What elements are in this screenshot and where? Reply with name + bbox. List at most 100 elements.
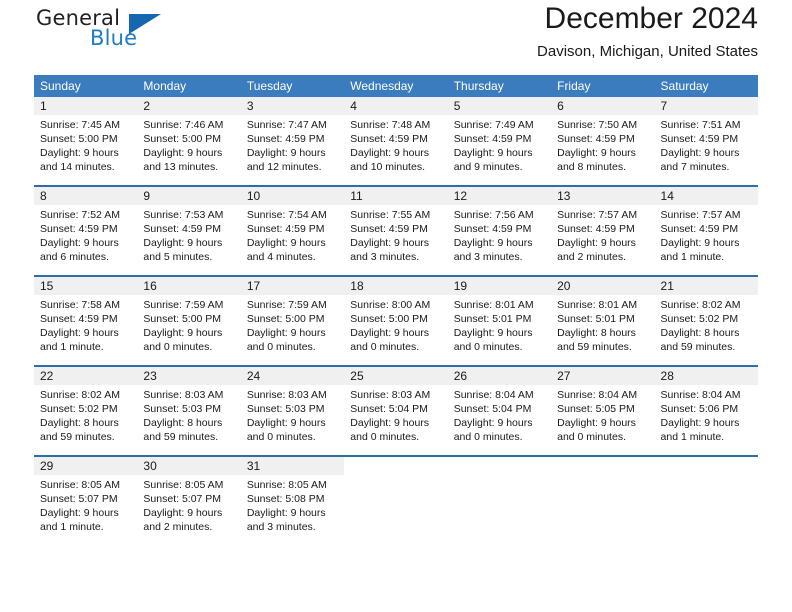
calendar-day-cell[interactable]: 28 Sunrise: 8:04 AM Sunset: 5:06 PM Dayl…: [654, 367, 758, 455]
day-number-band: 18: [344, 277, 448, 295]
calendar-day-cell[interactable]: 5 Sunrise: 7:49 AM Sunset: 4:59 PM Dayli…: [447, 97, 552, 185]
calendar-day-cell[interactable]: 22 Sunrise: 8:02 AM Sunset: 5:02 PM Dayl…: [34, 367, 138, 455]
calendar-day-cell[interactable]: 8 Sunrise: 7:52 AM Sunset: 4:59 PM Dayli…: [34, 187, 138, 275]
sunrise-text: Sunrise: 8:02 AM: [660, 299, 741, 311]
weekday-header-monday: Monday: [143, 79, 187, 93]
calendar-day-cell[interactable]: 12 Sunrise: 7:56 AM Sunset: 4:59 PM Dayl…: [447, 187, 552, 275]
day-number-band: 23: [137, 367, 241, 385]
calendar-day-cell[interactable]: 11 Sunrise: 7:55 AM Sunset: 4:59 PM Dayl…: [344, 187, 448, 275]
page-title: December 2024: [544, 2, 758, 35]
day-number-band: 10: [240, 187, 345, 205]
calendar-day-cell[interactable]: 31 Sunrise: 8:05 AM Sunset: 5:08 PM Dayl…: [240, 457, 345, 545]
daylight-text-line1: Daylight: 9 hours: [350, 147, 430, 159]
calendar-day-cell[interactable]: 18 Sunrise: 8:00 AM Sunset: 5:00 PM Dayl…: [344, 277, 448, 365]
daylight-text-line2: and 1 minute.: [40, 341, 104, 353]
calendar-day-cell[interactable]: 26 Sunrise: 8:04 AM Sunset: 5:04 PM Dayl…: [447, 367, 552, 455]
daylight-text-line2: and 3 minutes.: [246, 521, 316, 533]
daylight-text-line2: and 0 minutes.: [557, 431, 626, 443]
day-number: 16: [143, 279, 157, 293]
sunrise-text: Sunrise: 7:54 AM: [246, 209, 327, 221]
day-number-band: 26: [447, 367, 552, 385]
daylight-text-line2: and 1 minute.: [660, 251, 725, 263]
daylight-text-line1: Daylight: 9 hours: [246, 417, 326, 429]
sunset-text: Sunset: 5:00 PM: [143, 133, 222, 145]
calendar-day-cell[interactable]: 20 Sunrise: 8:01 AM Sunset: 5:01 PM Dayl…: [551, 277, 655, 365]
day-number: 12: [453, 189, 468, 203]
calendar-day-cell[interactable]: 30 Sunrise: 8:05 AM Sunset: 5:07 PM Dayl…: [137, 457, 241, 545]
day-number-band: 9: [137, 187, 241, 205]
sunrise-text: Sunrise: 7:49 AM: [453, 119, 534, 131]
day-number: 22: [40, 369, 54, 383]
calendar-day-cell-empty: [447, 457, 552, 545]
sunrise-text: Sunrise: 8:04 AM: [660, 389, 741, 401]
calendar-day-cell[interactable]: 16 Sunrise: 7:59 AM Sunset: 5:00 PM Dayl…: [137, 277, 241, 365]
calendar-day-cell[interactable]: 13 Sunrise: 7:57 AM Sunset: 4:59 PM Dayl…: [551, 187, 655, 275]
calendar-day-cell[interactable]: 25 Sunrise: 8:03 AM Sunset: 5:04 PM Dayl…: [344, 367, 448, 455]
day-number-band: 15: [34, 277, 138, 295]
day-number-band: 7: [654, 97, 758, 115]
day-number: 28: [660, 369, 674, 383]
sunset-text: Sunset: 5:00 PM: [143, 313, 222, 325]
sunrise-text: Sunrise: 8:00 AM: [350, 299, 431, 311]
calendar-day-cell[interactable]: 29 Sunrise: 8:05 AM Sunset: 5:07 PM Dayl…: [34, 457, 138, 545]
day-details: Sunrise: 7:50 AM Sunset: 4:59 PM Dayligh…: [551, 115, 654, 174]
calendar-day-cell[interactable]: 23 Sunrise: 8:03 AM Sunset: 5:03 PM Dayl…: [137, 367, 241, 455]
day-number-band: 13: [551, 187, 655, 205]
calendar-day-cell[interactable]: 17 Sunrise: 7:59 AM Sunset: 5:00 PM Dayl…: [240, 277, 345, 365]
sunset-text: Sunset: 5:07 PM: [143, 493, 222, 505]
day-details: Sunrise: 8:04 AM Sunset: 5:05 PM Dayligh…: [551, 385, 654, 444]
daylight-text-line2: and 59 minutes.: [40, 431, 115, 443]
daylight-text-line1: Daylight: 9 hours: [350, 417, 430, 429]
calendar-day-cell[interactable]: 24 Sunrise: 8:03 AM Sunset: 5:03 PM Dayl…: [240, 367, 345, 455]
calendar-day-cell[interactable]: 15 Sunrise: 7:58 AM Sunset: 4:59 PM Dayl…: [34, 277, 138, 365]
day-number-band: [551, 457, 654, 475]
day-details: Sunrise: 7:57 AM Sunset: 4:59 PM Dayligh…: [655, 205, 758, 264]
weekday-header-friday: Friday: [557, 79, 591, 93]
daylight-text-line1: Daylight: 8 hours: [40, 417, 119, 429]
day-number: 1: [40, 99, 47, 113]
calendar-day-cell[interactable]: 7 Sunrise: 7:51 AM Sunset: 4:59 PM Dayli…: [654, 97, 758, 185]
calendar-week-row: 29 Sunrise: 8:05 AM Sunset: 5:07 PM Dayl…: [34, 455, 758, 545]
calendar-day-cell-empty: [654, 457, 758, 545]
weekday-header-thursday: Thursday: [453, 79, 504, 93]
day-number: 26: [453, 369, 468, 383]
daylight-text-line1: Daylight: 9 hours: [453, 237, 533, 249]
calendar-day-cell[interactable]: 21 Sunrise: 8:02 AM Sunset: 5:02 PM Dayl…: [654, 277, 758, 365]
day-number-band: 16: [137, 277, 241, 295]
daylight-text-line2: and 0 minutes.: [350, 431, 420, 443]
day-number-band: 3: [240, 97, 345, 115]
day-number-band: 8: [34, 187, 138, 205]
day-details: Sunrise: 7:59 AM Sunset: 5:00 PM Dayligh…: [241, 295, 344, 354]
daylight-text-line1: Daylight: 9 hours: [453, 327, 533, 339]
daylight-text-line1: Daylight: 9 hours: [557, 147, 636, 159]
sunset-text: Sunset: 5:00 PM: [246, 313, 325, 325]
calendar-day-cell[interactable]: 6 Sunrise: 7:50 AM Sunset: 4:59 PM Dayli…: [551, 97, 655, 185]
calendar-day-cell[interactable]: 10 Sunrise: 7:54 AM Sunset: 4:59 PM Dayl…: [240, 187, 345, 275]
calendar-day-cell[interactable]: 2 Sunrise: 7:46 AM Sunset: 5:00 PM Dayli…: [137, 97, 241, 185]
day-details: Sunrise: 7:52 AM Sunset: 4:59 PM Dayligh…: [34, 205, 137, 264]
sunrise-text: Sunrise: 8:05 AM: [40, 479, 120, 491]
day-details: Sunrise: 8:03 AM Sunset: 5:03 PM Dayligh…: [241, 385, 344, 444]
calendar-day-cell[interactable]: 27 Sunrise: 8:04 AM Sunset: 5:05 PM Dayl…: [551, 367, 655, 455]
daylight-text-line1: Daylight: 9 hours: [453, 417, 533, 429]
weekday-header-row: Sunday Monday Tuesday Wednesday Thursday…: [34, 75, 758, 97]
calendar-day-cell[interactable]: 9 Sunrise: 7:53 AM Sunset: 4:59 PM Dayli…: [137, 187, 241, 275]
day-number: 3: [246, 99, 254, 113]
day-details: Sunrise: 7:53 AM Sunset: 4:59 PM Dayligh…: [137, 205, 240, 264]
day-number-band: 24: [240, 367, 345, 385]
calendar-day-cell[interactable]: 4 Sunrise: 7:48 AM Sunset: 4:59 PM Dayli…: [344, 97, 448, 185]
daylight-text-line2: and 13 minutes.: [143, 161, 219, 173]
brand-logo[interactable]: General Blue: [34, 4, 244, 60]
calendar-day-cell[interactable]: 19 Sunrise: 8:01 AM Sunset: 5:01 PM Dayl…: [447, 277, 552, 365]
calendar-day-cell[interactable]: 1 Sunrise: 7:45 AM Sunset: 5:00 PM Dayli…: [34, 97, 138, 185]
daylight-text-line2: and 0 minutes.: [246, 341, 316, 353]
sunrise-text: Sunrise: 8:01 AM: [453, 299, 534, 311]
sunset-text: Sunset: 4:59 PM: [660, 223, 739, 235]
weekday-header-saturday: Saturday: [660, 79, 709, 93]
day-number: 15: [40, 279, 54, 293]
sunset-text: Sunset: 4:59 PM: [246, 133, 325, 145]
day-number: 10: [246, 189, 261, 203]
daylight-text-line1: Daylight: 9 hours: [143, 327, 223, 339]
calendar-day-cell[interactable]: 14 Sunrise: 7:57 AM Sunset: 4:59 PM Dayl…: [654, 187, 758, 275]
calendar-day-cell[interactable]: 3 Sunrise: 7:47 AM Sunset: 4:59 PM Dayli…: [240, 97, 345, 185]
